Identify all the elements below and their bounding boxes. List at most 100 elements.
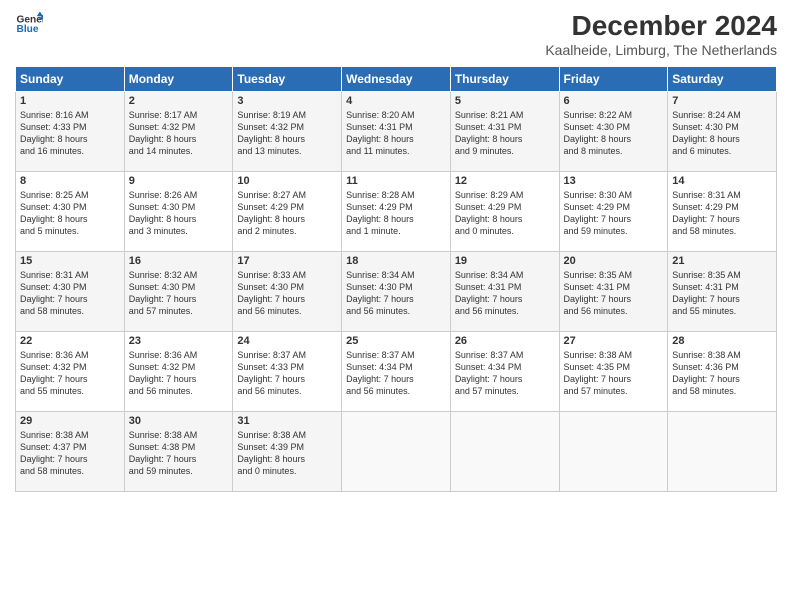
calendar-cell: 15 Sunrise: 8:31 AM Sunset: 4:30 PM Dayli… xyxy=(16,252,125,332)
calendar-cell: 9Sunrise: 8:26 AM Sunset: 4:30 PM Daylig… xyxy=(124,172,233,252)
calendar-cell: 1 Sunrise: 8:16 AM Sunset: 4:33 PM Daylig… xyxy=(16,92,125,172)
day-number: 8 xyxy=(20,175,120,187)
day-number: 22 xyxy=(20,335,120,347)
day-number: 1 xyxy=(20,95,120,107)
calendar-cell xyxy=(450,412,559,492)
calendar-cell: 27Sunrise: 8:38 AM Sunset: 4:35 PM Dayli… xyxy=(559,332,668,412)
day-number: 12 xyxy=(455,175,555,187)
calendar-cell: 7Sunrise: 8:24 AM Sunset: 4:30 PM Daylig… xyxy=(668,92,777,172)
day-info: Sunrise: 8:36 AM Sunset: 4:32 PM Dayligh… xyxy=(20,349,120,398)
day-info: Sunrise: 8:26 AM Sunset: 4:30 PM Dayligh… xyxy=(129,189,229,238)
day-number: 4 xyxy=(346,95,446,107)
calendar-cell: 19 Sunrise: 8:34 AM Sunset: 4:31 PM Dayli… xyxy=(450,252,559,332)
calendar-cell: 30 Sunrise: 8:38 AM Sunset: 4:38 PM Dayli… xyxy=(124,412,233,492)
day-info: Sunrise: 8:29 AM Sunset: 4:29 PM Dayligh… xyxy=(455,189,555,238)
subtitle: Kaalheide, Limburg, The Netherlands xyxy=(545,42,777,58)
weekday-header: Friday xyxy=(559,67,668,92)
day-info: Sunrise: 8:35 AM Sunset: 4:31 PM Dayligh… xyxy=(564,269,664,318)
main-title: December 2024 xyxy=(545,10,777,42)
day-number: 6 xyxy=(564,95,664,107)
day-number: 28 xyxy=(672,335,772,347)
day-info: Sunrise: 8:25 AM Sunset: 4:30 PM Dayligh… xyxy=(20,189,120,238)
day-info: Sunrise: 8:22 AM Sunset: 4:30 PM Dayligh… xyxy=(564,109,664,158)
calendar-cell: 25 Sunrise: 8:37 AM Sunset: 4:34 PM Dayli… xyxy=(342,332,451,412)
day-info: Sunrise: 8:21 AM Sunset: 4:31 PM Dayligh… xyxy=(455,109,555,158)
day-info: Sunrise: 8:28 AM Sunset: 4:29 PM Dayligh… xyxy=(346,189,446,238)
day-number: 14 xyxy=(672,175,772,187)
day-info: Sunrise: 8:32 AM Sunset: 4:30 PM Dayligh… xyxy=(129,269,229,318)
weekday-header: Sunday xyxy=(16,67,125,92)
day-number: 7 xyxy=(672,95,772,107)
day-info: Sunrise: 8:38 AM Sunset: 4:37 PM Dayligh… xyxy=(20,429,120,478)
calendar-cell: 22 Sunrise: 8:36 AM Sunset: 4:32 PM Dayli… xyxy=(16,332,125,412)
day-info: Sunrise: 8:38 AM Sunset: 4:39 PM Dayligh… xyxy=(237,429,337,478)
day-info: Sunrise: 8:37 AM Sunset: 4:34 PM Dayligh… xyxy=(346,349,446,398)
calendar-cell xyxy=(668,412,777,492)
page: General Blue December 2024 Kaalheide, Li… xyxy=(0,0,792,612)
weekday-header: Saturday xyxy=(668,67,777,92)
day-number: 20 xyxy=(564,255,664,267)
logo-icon: General Blue xyxy=(15,10,43,38)
calendar-cell: 17Sunrise: 8:33 AM Sunset: 4:30 PM Dayli… xyxy=(233,252,342,332)
day-info: Sunrise: 8:37 AM Sunset: 4:33 PM Dayligh… xyxy=(237,349,337,398)
weekday-header: Wednesday xyxy=(342,67,451,92)
day-number: 2 xyxy=(129,95,229,107)
calendar-cell xyxy=(559,412,668,492)
calendar-cell: 24 Sunrise: 8:37 AM Sunset: 4:33 PM Dayli… xyxy=(233,332,342,412)
day-info: Sunrise: 8:34 AM Sunset: 4:31 PM Dayligh… xyxy=(455,269,555,318)
calendar-cell: 10 Sunrise: 8:27 AM Sunset: 4:29 PM Dayli… xyxy=(233,172,342,252)
calendar-body: 1 Sunrise: 8:16 AM Sunset: 4:33 PM Daylig… xyxy=(16,92,777,492)
calendar-cell: 31 Sunrise: 8:38 AM Sunset: 4:39 PM Dayli… xyxy=(233,412,342,492)
day-info: Sunrise: 8:30 AM Sunset: 4:29 PM Dayligh… xyxy=(564,189,664,238)
calendar-cell: 6 Sunrise: 8:22 AM Sunset: 4:30 PM Daylig… xyxy=(559,92,668,172)
day-number: 15 xyxy=(20,255,120,267)
day-number: 3 xyxy=(237,95,337,107)
day-number: 21 xyxy=(672,255,772,267)
day-number: 27 xyxy=(564,335,664,347)
day-number: 25 xyxy=(346,335,446,347)
day-info: Sunrise: 8:19 AM Sunset: 4:32 PM Dayligh… xyxy=(237,109,337,158)
day-number: 24 xyxy=(237,335,337,347)
weekday-header: Thursday xyxy=(450,67,559,92)
calendar-cell: 23Sunrise: 8:36 AM Sunset: 4:32 PM Dayli… xyxy=(124,332,233,412)
day-number: 26 xyxy=(455,335,555,347)
day-info: Sunrise: 8:27 AM Sunset: 4:29 PM Dayligh… xyxy=(237,189,337,238)
calendar-cell: 29 Sunrise: 8:38 AM Sunset: 4:37 PM Dayli… xyxy=(16,412,125,492)
day-number: 11 xyxy=(346,175,446,187)
calendar-cell: 13 Sunrise: 8:30 AM Sunset: 4:29 PM Dayli… xyxy=(559,172,668,252)
day-info: Sunrise: 8:34 AM Sunset: 4:30 PM Dayligh… xyxy=(346,269,446,318)
day-number: 5 xyxy=(455,95,555,107)
day-info: Sunrise: 8:38 AM Sunset: 4:36 PM Dayligh… xyxy=(672,349,772,398)
day-info: Sunrise: 8:36 AM Sunset: 4:32 PM Dayligh… xyxy=(129,349,229,398)
logo: General Blue xyxy=(15,10,43,38)
day-number: 10 xyxy=(237,175,337,187)
day-info: Sunrise: 8:37 AM Sunset: 4:34 PM Dayligh… xyxy=(455,349,555,398)
svg-text:Blue: Blue xyxy=(17,24,39,35)
calendar-cell: 18 Sunrise: 8:34 AM Sunset: 4:30 PM Dayli… xyxy=(342,252,451,332)
day-info: Sunrise: 8:35 AM Sunset: 4:31 PM Dayligh… xyxy=(672,269,772,318)
calendar-cell xyxy=(342,412,451,492)
calendar-cell: 8 Sunrise: 8:25 AM Sunset: 4:30 PM Daylig… xyxy=(16,172,125,252)
day-number: 31 xyxy=(237,415,337,427)
header: General Blue December 2024 Kaalheide, Li… xyxy=(15,10,777,58)
weekday-header: Monday xyxy=(124,67,233,92)
day-info: Sunrise: 8:38 AM Sunset: 4:38 PM Dayligh… xyxy=(129,429,229,478)
day-number: 16 xyxy=(129,255,229,267)
calendar-cell: 20 Sunrise: 8:35 AM Sunset: 4:31 PM Dayli… xyxy=(559,252,668,332)
day-number: 19 xyxy=(455,255,555,267)
day-info: Sunrise: 8:16 AM Sunset: 4:33 PM Dayligh… xyxy=(20,109,120,158)
calendar-cell: 28 Sunrise: 8:38 AM Sunset: 4:36 PM Dayli… xyxy=(668,332,777,412)
calendar-cell: 16 Sunrise: 8:32 AM Sunset: 4:30 PM Dayli… xyxy=(124,252,233,332)
title-block: December 2024 Kaalheide, Limburg, The Ne… xyxy=(545,10,777,58)
calendar-cell: 26 Sunrise: 8:37 AM Sunset: 4:34 PM Dayli… xyxy=(450,332,559,412)
day-number: 13 xyxy=(564,175,664,187)
day-number: 18 xyxy=(346,255,446,267)
day-number: 29 xyxy=(20,415,120,427)
day-number: 30 xyxy=(129,415,229,427)
calendar-cell: 14Sunrise: 8:31 AM Sunset: 4:29 PM Dayli… xyxy=(668,172,777,252)
day-info: Sunrise: 8:20 AM Sunset: 4:31 PM Dayligh… xyxy=(346,109,446,158)
calendar-cell: 21 Sunrise: 8:35 AM Sunset: 4:31 PM Dayli… xyxy=(668,252,777,332)
calendar-cell: 5 Sunrise: 8:21 AM Sunset: 4:31 PM Daylig… xyxy=(450,92,559,172)
calendar: SundayMondayTuesdayWednesdayThursdayFrid… xyxy=(15,66,777,492)
day-info: Sunrise: 8:31 AM Sunset: 4:30 PM Dayligh… xyxy=(20,269,120,318)
